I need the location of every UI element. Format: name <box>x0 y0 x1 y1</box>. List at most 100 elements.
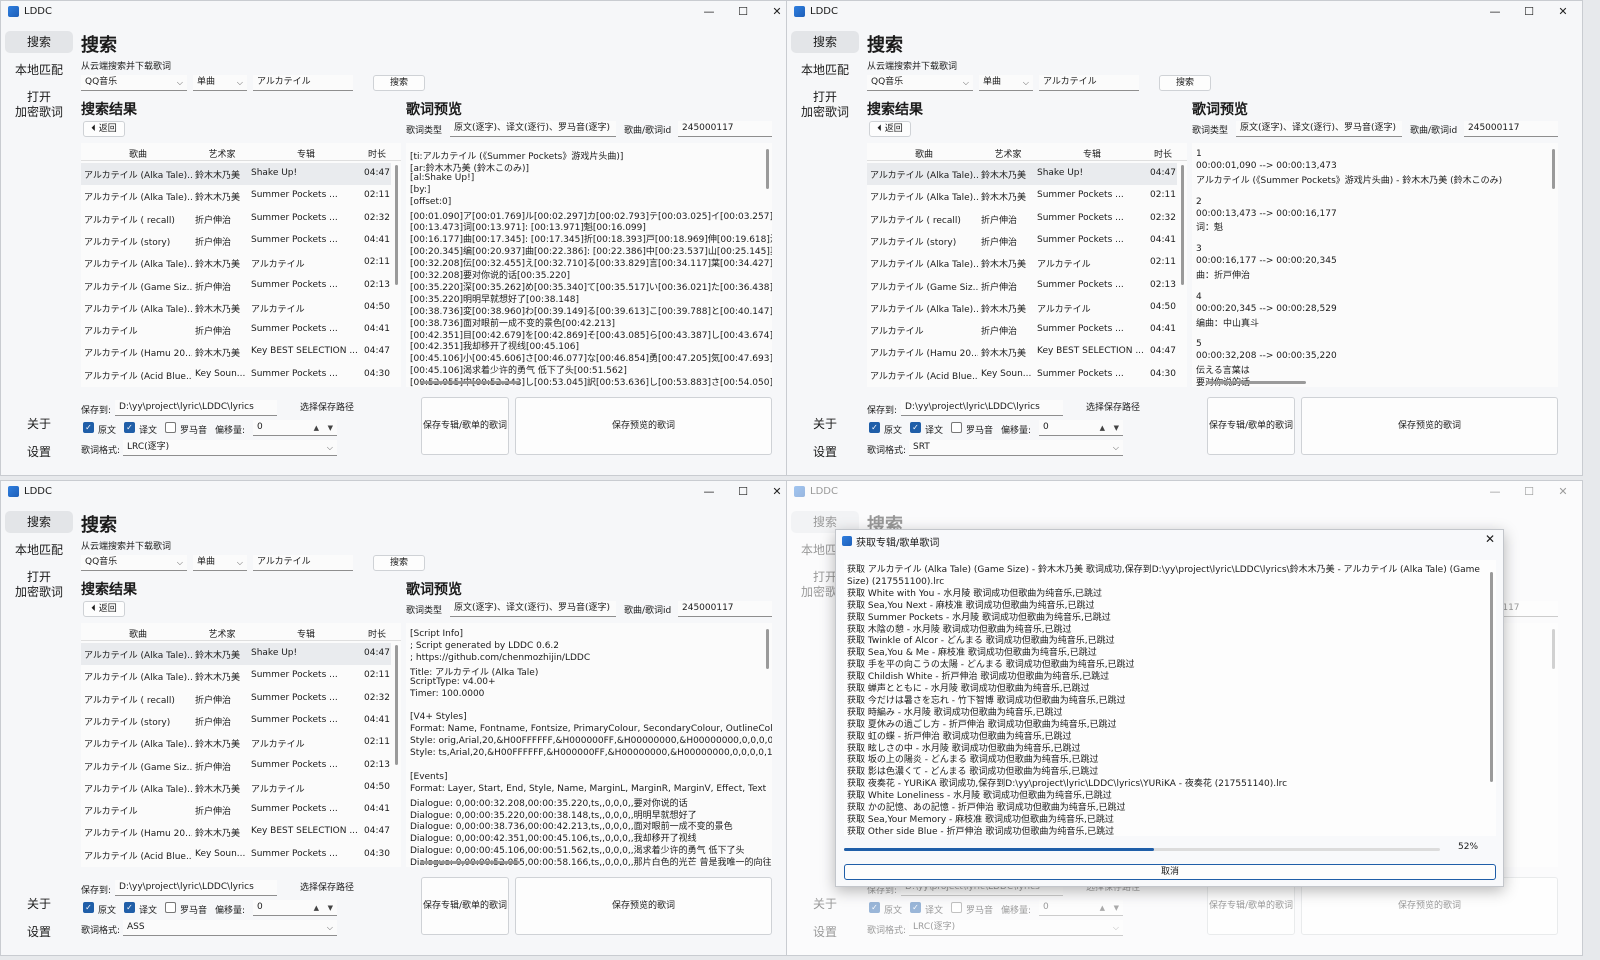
col-song[interactable]: 歌曲 <box>84 627 192 640</box>
search-type-select[interactable]: 单曲 ⌵ <box>979 75 1033 91</box>
preview-vscrollbar[interactable] <box>766 149 769 189</box>
lyric-type-field[interactable]: 原文(逐字)、译文(逐行)、罗马音(逐字) <box>450 601 616 617</box>
nav-open-encrypted[interactable]: 打开 加密歌词 <box>5 87 73 123</box>
nav-about[interactable]: 关于 <box>5 893 73 915</box>
nav-about[interactable]: 关于 <box>5 413 73 435</box>
offset-spinbox[interactable]: 0 ▲ ▼ <box>253 900 337 916</box>
preview-vscrollbar[interactable] <box>1552 149 1555 189</box>
col-duration[interactable]: 时长 <box>364 147 390 160</box>
source-select[interactable]: QQ音乐 ⌵ <box>81 555 187 571</box>
search-type-select[interactable]: 单曲 ⌵ <box>193 555 247 571</box>
back-button[interactable]: ⏴ 返回 <box>869 121 911 137</box>
title-bar[interactable]: LDDC — ☐ ✕ <box>1 1 796 23</box>
minimize-button[interactable]: — <box>1478 2 1512 22</box>
col-album[interactable]: 专辑 <box>251 147 361 160</box>
cancel-button[interactable]: 取消 <box>844 864 1496 880</box>
minimize-button[interactable]: — <box>692 482 726 502</box>
choose-path-button[interactable]: 选择保存路径 <box>1067 400 1159 416</box>
table-row[interactable]: アルカテイル (Alka Tale)...鈴木木乃美アルカテイル 02:11 <box>81 252 391 274</box>
increment-icon[interactable]: ▲ <box>314 901 319 915</box>
table-row[interactable]: アルカテイル (story) 折户伸治 Summer Pockets ... 04:4… <box>81 230 391 252</box>
keyword-input[interactable]: アルカテイル <box>1039 75 1139 91</box>
table-row[interactable]: アルカテイル (Alka Tale)...鈴木木乃美 Shake Up! 04:47 <box>81 643 391 665</box>
table-row[interactable]: アルカテイル (Game Siz...折户伸治 Summer Pockets ..… <box>867 275 1177 297</box>
back-button[interactable]: ⏴ 返回 <box>83 601 125 617</box>
col-artist[interactable]: 艺术家 <box>195 627 249 640</box>
col-song[interactable]: 歌曲 <box>870 147 978 160</box>
increment-icon[interactable]: ▲ <box>314 421 319 435</box>
choose-path-button[interactable]: 选择保存路径 <box>281 880 373 896</box>
table-row[interactable]: アルカテイル ( recall) 折户伸治 Summer Pockets ... 02… <box>867 208 1177 230</box>
original-checkbox[interactable]: ✓ <box>83 422 94 433</box>
col-duration[interactable]: 时长 <box>364 627 390 640</box>
table-row[interactable]: アルカテイル (Alka Tale)...鈴木木乃美アルカテイル 04:50 <box>81 777 391 799</box>
song-id-field[interactable]: 245000117 <box>1464 121 1558 137</box>
nav-about[interactable]: 关于 <box>791 413 859 435</box>
original-checkbox[interactable]: ✓ <box>83 902 94 913</box>
lyric-type-field[interactable]: 原文(逐字)、译文(逐行)、罗马音(逐字) <box>450 121 616 137</box>
nav-settings[interactable]: 设置 <box>5 921 73 943</box>
preview-hscrollbar[interactable] <box>420 861 520 864</box>
save-preview-button[interactable]: 保存预览的歌词 <box>515 397 772 455</box>
table-row[interactable]: アルカテイル (Alka Tale)...鈴木木乃美 Summer Pockets… <box>867 185 1177 207</box>
col-artist[interactable]: 艺术家 <box>981 147 1035 160</box>
lyrics-preview[interactable]: [Script Info]; Script generated by LDDC … <box>406 623 772 867</box>
back-button[interactable]: ⏴ 返回 <box>83 121 125 137</box>
source-select[interactable]: QQ音乐 ⌵ <box>867 75 973 91</box>
table-row[interactable]: アルカテイル (Hamu 20...鈴木木乃美 Key BEST SELECTIO… <box>81 821 391 843</box>
table-row[interactable]: アルカテイル (Alka Tale)...鈴木木乃美アルカテイル 04:50 <box>867 297 1177 319</box>
decrement-icon[interactable]: ▼ <box>1114 421 1119 435</box>
table-row[interactable]: アルカテイル (story) 折户伸治 Summer Pockets ... 04:4… <box>81 710 391 732</box>
format-select[interactable]: SRT ⌵ <box>909 440 1123 456</box>
table-row[interactable]: アルカテイル (Acid Blue...Key Soun... Summer Po… <box>867 364 1177 386</box>
table-row[interactable]: アルカテイル (Game Siz...折户伸治 Summer Pockets ..… <box>81 755 391 777</box>
translation-checkbox[interactable]: ✓ <box>910 422 921 433</box>
table-row[interactable]: アルカテイル (Alka Tale)...鈴木木乃美 Shake Up! 04:47 <box>867 163 1177 185</box>
col-song[interactable]: 歌曲 <box>84 147 192 160</box>
save-path-input[interactable]: D:\yy\project\lyric\LDDC\lyrics <box>115 400 277 416</box>
lyrics-preview[interactable]: [ti:アルカテイル (《Summer Pockets》游戏片头曲)] [ar:鈴… <box>406 143 772 387</box>
log-output[interactable]: 获取 アルカテイル (Alka Tale) (Game Size) - 鈴木木乃… <box>844 560 1496 836</box>
maximize-button[interactable]: ☐ <box>1512 2 1546 22</box>
col-duration[interactable]: 时长 <box>1150 147 1176 160</box>
table-row[interactable]: アルカテイル ( recall) 折户伸治 Summer Pockets ... 02… <box>81 688 391 710</box>
save-path-input[interactable]: D:\yy\project\lyric\LDDC\lyrics <box>115 880 277 896</box>
preview-hscrollbar[interactable] <box>420 381 520 384</box>
keyword-input[interactable]: アルカテイル <box>253 75 353 91</box>
save-preview-button[interactable]: 保存预览的歌词 <box>515 877 772 935</box>
maximize-button[interactable]: ☐ <box>726 482 760 502</box>
nav-local-match[interactable]: 本地匹配 <box>5 539 73 561</box>
offset-spinbox[interactable]: 0 ▲ ▼ <box>253 420 337 436</box>
results-scrollbar[interactable] <box>395 645 398 765</box>
table-row[interactable]: アルカテイル (Alka Tale)...鈴木木乃美アルカテイル 04:50 <box>81 297 391 319</box>
nav-local-match[interactable]: 本地匹配 <box>791 59 859 81</box>
choose-path-button[interactable]: 选择保存路径 <box>281 400 373 416</box>
table-row[interactable]: アルカテイル (Alka Tale)...鈴木木乃美 Summer Pockets… <box>81 185 391 207</box>
search-button[interactable]: 搜索 <box>373 75 425 91</box>
col-artist[interactable]: 艺术家 <box>195 147 249 160</box>
decrement-icon[interactable]: ▼ <box>328 421 333 435</box>
lyrics-preview[interactable]: 1 00:00:01,090 --> 00:00:13,473 アルカテイル (《S… <box>1192 143 1558 387</box>
nav-settings[interactable]: 设置 <box>5 441 73 463</box>
table-row[interactable]: アルカテイル (Alka Tale)...鈴木木乃美 Summer Pockets… <box>81 665 391 687</box>
save-path-input[interactable]: D:\yy\project\lyric\LDDC\lyrics <box>901 400 1063 416</box>
format-select[interactable]: LRC(逐字) ⌵ <box>123 440 337 456</box>
nav-search[interactable]: 搜索 <box>5 31 73 53</box>
col-album[interactable]: 专辑 <box>251 627 361 640</box>
increment-icon[interactable]: ▲ <box>1100 421 1105 435</box>
song-id-field[interactable]: 245000117 <box>678 121 772 137</box>
romaji-checkbox[interactable] <box>951 422 962 433</box>
nav-local-match[interactable]: 本地匹配 <box>5 59 73 81</box>
decrement-icon[interactable]: ▼ <box>328 901 333 915</box>
search-type-select[interactable]: 单曲 ⌵ <box>193 75 247 91</box>
minimize-button[interactable]: — <box>692 2 726 22</box>
table-row[interactable]: アルカテイル (story) 折户伸治 Summer Pockets ... 04:4… <box>867 230 1177 252</box>
table-row[interactable]: アルカテイル (Acid Blue...Key Soun... Summer Po… <box>81 364 391 386</box>
table-row[interactable]: アルカテイル (Game Siz...折户伸治 Summer Pockets ..… <box>81 275 391 297</box>
search-button[interactable]: 搜索 <box>1159 75 1211 91</box>
results-scrollbar[interactable] <box>1181 165 1184 285</box>
keyword-input[interactable]: アルカテイル <box>253 555 353 571</box>
dialog-close-button[interactable]: ✕ <box>1485 532 1495 546</box>
original-checkbox[interactable]: ✓ <box>869 422 880 433</box>
preview-hscrollbar[interactable] <box>1206 381 1306 384</box>
